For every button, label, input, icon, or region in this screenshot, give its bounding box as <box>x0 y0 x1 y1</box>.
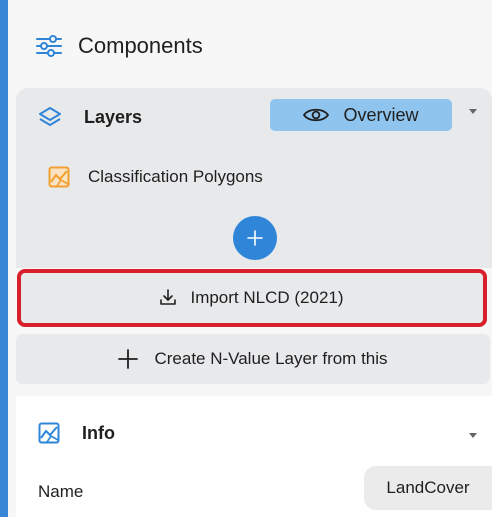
info-section: Info Name LandCover <box>16 396 492 517</box>
panel-header: Components <box>36 28 203 64</box>
info-section-header[interactable]: Info <box>38 422 115 444</box>
name-value: LandCover <box>386 478 470 497</box>
map-icon <box>38 422 60 444</box>
chevron-down-icon[interactable] <box>468 432 478 440</box>
plus-icon <box>118 349 139 369</box>
name-label: Name <box>38 482 84 501</box>
view-mode-label: Overview <box>343 104 419 125</box>
create-n-value-layer-label: Create N-Value Layer from this <box>154 349 388 368</box>
create-n-value-layer-button[interactable]: Create N-Value Layer from this <box>16 334 490 384</box>
layer-item-label: Classification Polygons <box>88 167 263 186</box>
polygon-map-icon <box>48 166 70 188</box>
layers-icon <box>38 106 62 128</box>
window-edge-bar <box>0 0 8 517</box>
eye-icon <box>303 107 330 123</box>
sliders-icon <box>36 35 62 57</box>
layer-item-classification-polygons[interactable]: Classification Polygons <box>48 166 263 188</box>
view-mode-dropdown[interactable]: Overview <box>270 99 452 131</box>
name-value-field[interactable]: LandCover <box>364 466 492 510</box>
chevron-down-icon[interactable] <box>468 108 478 116</box>
add-layer-button[interactable] <box>233 216 277 260</box>
import-nlcd-button[interactable]: Import NLCD (2021) <box>17 269 487 327</box>
import-nlcd-label: Import NLCD (2021) <box>190 288 344 307</box>
info-section-title: Info <box>82 422 115 443</box>
layers-section-header[interactable]: Layers <box>38 106 142 128</box>
download-icon <box>160 289 177 307</box>
layers-section-title: Layers <box>84 106 143 127</box>
plus-icon <box>247 230 263 246</box>
page-title: Components <box>78 33 203 58</box>
